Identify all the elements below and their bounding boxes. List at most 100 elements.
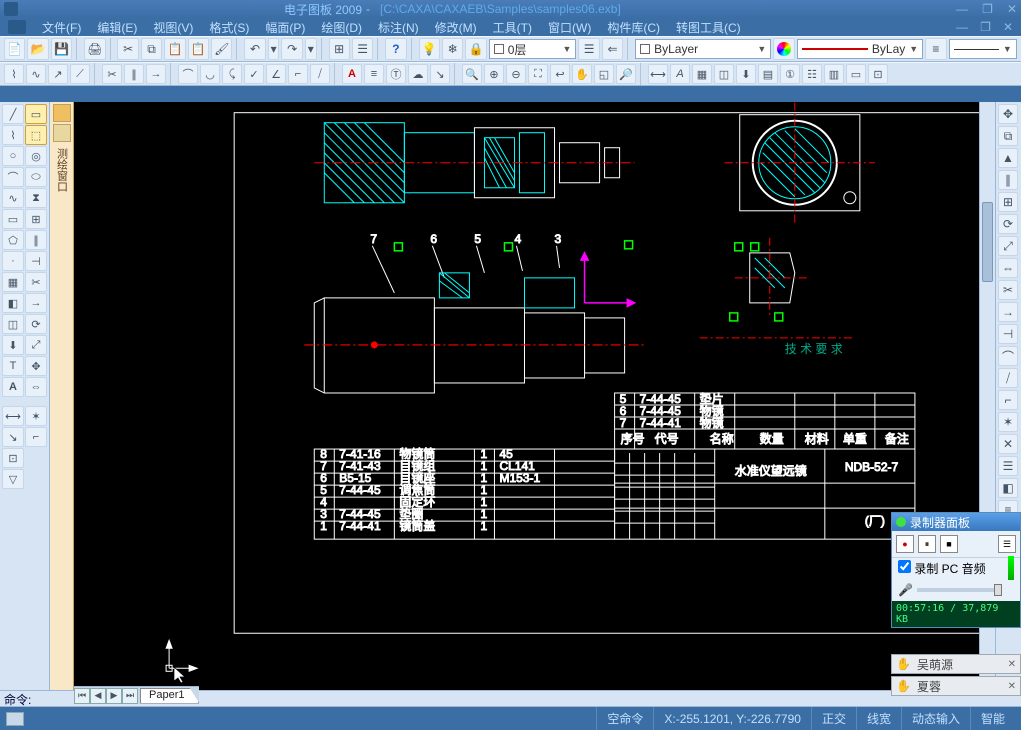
layer-combo[interactable]: 0层 ▼ [489, 39, 577, 59]
text-icon[interactable]: Ⓣ [386, 64, 406, 84]
panel-btn1[interactable] [53, 104, 71, 122]
redo-dropdown[interactable]: ▾ [305, 38, 317, 60]
contact-tab-2[interactable]: ✋ 夏蓉 ✕ [891, 676, 1021, 696]
open-button[interactable]: 📂 [27, 38, 48, 60]
trim-icon[interactable]: ✂ [102, 64, 122, 84]
text-style-icon[interactable]: A [670, 64, 690, 84]
help-button[interactable]: ? [385, 38, 406, 60]
pline-icon[interactable]: ⌇ [4, 64, 24, 84]
paper-tab[interactable]: Paper1 [140, 688, 199, 704]
menu-annotate[interactable]: 标注(N) [372, 19, 425, 36]
layer-manager-button[interactable]: ☰ [578, 38, 599, 60]
dim-linear-icon[interactable]: ⟷ [648, 64, 668, 84]
zoom-window-icon[interactable]: 🔍 [462, 64, 482, 84]
linetype-mgr-button[interactable]: ≡ [925, 38, 946, 60]
window-sel-icon[interactable]: ⬚ [25, 125, 47, 145]
linetype-combo[interactable]: ByLayer ▼ [635, 39, 771, 59]
layer-freeze-icon[interactable]: ❄ [442, 38, 463, 60]
trim2-icon[interactable]: ✂ [25, 272, 47, 292]
lineweight-combo[interactable]: ByLay ▼ [797, 39, 923, 59]
print-button[interactable]: 🖨 [84, 38, 105, 60]
offset-icon[interactable]: ∥ [124, 64, 144, 84]
menu-convert[interactable]: 转图工具(C) [670, 19, 747, 36]
balloon-icon[interactable]: ① [780, 64, 800, 84]
settings-button[interactable]: ☰ [998, 535, 1016, 553]
xline-icon[interactable]: ⟋ [70, 64, 90, 84]
circle-icon[interactable]: ○ [2, 146, 24, 166]
status-icon[interactable] [6, 712, 24, 726]
menu-modify[interactable]: 修改(M) [429, 19, 483, 36]
insert2-icon[interactable]: ⬇ [2, 335, 24, 355]
check-icon[interactable]: ✓ [244, 64, 264, 84]
properties-button[interactable]: ☰ [352, 38, 373, 60]
table-icon[interactable]: ▦ [692, 64, 712, 84]
dim-icon[interactable]: ⟷ [2, 406, 24, 426]
angle-icon[interactable]: ∠ [266, 64, 286, 84]
library-icon[interactable]: ⊡ [868, 64, 888, 84]
line-icon[interactable]: ╱ [2, 104, 24, 124]
new-button[interactable]: 📄 [4, 38, 25, 60]
contact-close-2[interactable]: ✕ [1008, 681, 1016, 692]
audio-checkbox-row[interactable]: 录制 PC 音频 [892, 557, 1020, 579]
array-icon[interactable]: ⊞ [25, 209, 47, 229]
mdi-restore[interactable]: ❐ [980, 20, 991, 34]
frame-icon[interactable]: ▭ [846, 64, 866, 84]
layer-bulb-icon[interactable]: 💡 [419, 38, 440, 60]
extend-icon[interactable]: → [146, 64, 166, 84]
chamfer-icon[interactable]: ⧸ [310, 64, 330, 84]
menu-file[interactable]: 文件(F) [36, 19, 87, 36]
mdi-close[interactable]: ✕ [1003, 20, 1013, 34]
paper-first[interactable]: ⏮ [74, 688, 90, 704]
contact-tab-1[interactable]: ✋ 吴萌源 ✕ [891, 654, 1021, 674]
contact-close-1[interactable]: ✕ [1008, 659, 1016, 670]
mtext-icon[interactable]: A [2, 377, 24, 397]
text-dd-icon[interactable]: ≡ [364, 64, 384, 84]
mdi-minimize[interactable]: — [956, 20, 968, 34]
rotate-icon[interactable]: ⟳ [25, 314, 47, 334]
menu-lib[interactable]: 构件库(C) [601, 19, 666, 36]
slider-thumb[interactable] [994, 584, 1002, 596]
zoom-in-icon[interactable]: ⊕ [484, 64, 504, 84]
offset2-icon[interactable]: ∥ [25, 230, 47, 250]
recorder-header[interactable]: 录制器面板 [892, 513, 1020, 531]
r-break-icon[interactable]: ⊣ [998, 324, 1018, 344]
tolerance-icon[interactable]: ⊡ [2, 448, 24, 468]
menu-view[interactable]: 视图(V) [147, 19, 199, 36]
point-icon[interactable]: · [2, 251, 24, 271]
zoom-extents-icon[interactable]: ⛶ [528, 64, 548, 84]
stop-button[interactable]: ■ [940, 535, 958, 553]
surface-icon[interactable]: ▽ [2, 469, 24, 489]
drawing-canvas[interactable]: 7 6 5 4 3 [74, 102, 995, 704]
scrollbar-thumb[interactable] [982, 202, 993, 282]
block-icon[interactable]: ◫ [714, 64, 734, 84]
layer-lock-icon[interactable]: 🔒 [465, 38, 486, 60]
r-chamfer-icon[interactable]: ⧸ [998, 368, 1018, 388]
block2-icon[interactable]: ◫ [2, 314, 24, 334]
zoom-out-icon[interactable]: ⊖ [506, 64, 526, 84]
r-color-icon[interactable]: ◧ [998, 478, 1018, 498]
status-dyn[interactable]: 动态输入 [901, 707, 970, 730]
text-a-icon[interactable]: A [342, 64, 362, 84]
cut-button[interactable]: ✂ [117, 38, 138, 60]
undo-dropdown[interactable]: ▾ [268, 38, 280, 60]
save-button[interactable]: 💾 [51, 38, 72, 60]
pan-icon[interactable]: ✋ [572, 64, 592, 84]
zoom-realtime-icon[interactable]: 🔎 [616, 64, 636, 84]
extend2-icon[interactable]: → [25, 293, 47, 313]
fillet-icon[interactable]: ⌐ [288, 64, 308, 84]
r-mirror-icon[interactable]: ▲ [998, 148, 1018, 168]
leader-icon[interactable]: ↘ [430, 64, 450, 84]
paste-special-button[interactable]: 📋 [188, 38, 209, 60]
leader2-icon[interactable]: ↘ [2, 427, 24, 447]
explode-icon[interactable]: ✶ [25, 406, 47, 426]
ray-icon[interactable]: ↗ [48, 64, 68, 84]
circle2-icon[interactable]: ◎ [25, 146, 47, 166]
rect-icon[interactable]: ▭ [2, 209, 24, 229]
r-scale-icon[interactable]: ⤢ [998, 236, 1018, 256]
menu-tools[interactable]: 工具(T) [487, 19, 538, 36]
revtable-icon[interactable]: ▥ [824, 64, 844, 84]
status-snap[interactable]: 线宽 [856, 707, 901, 730]
titleblock-icon[interactable]: ▤ [758, 64, 778, 84]
spline2-icon[interactable]: ∿ [2, 188, 24, 208]
r-erase-icon[interactable]: ✕ [998, 434, 1018, 454]
